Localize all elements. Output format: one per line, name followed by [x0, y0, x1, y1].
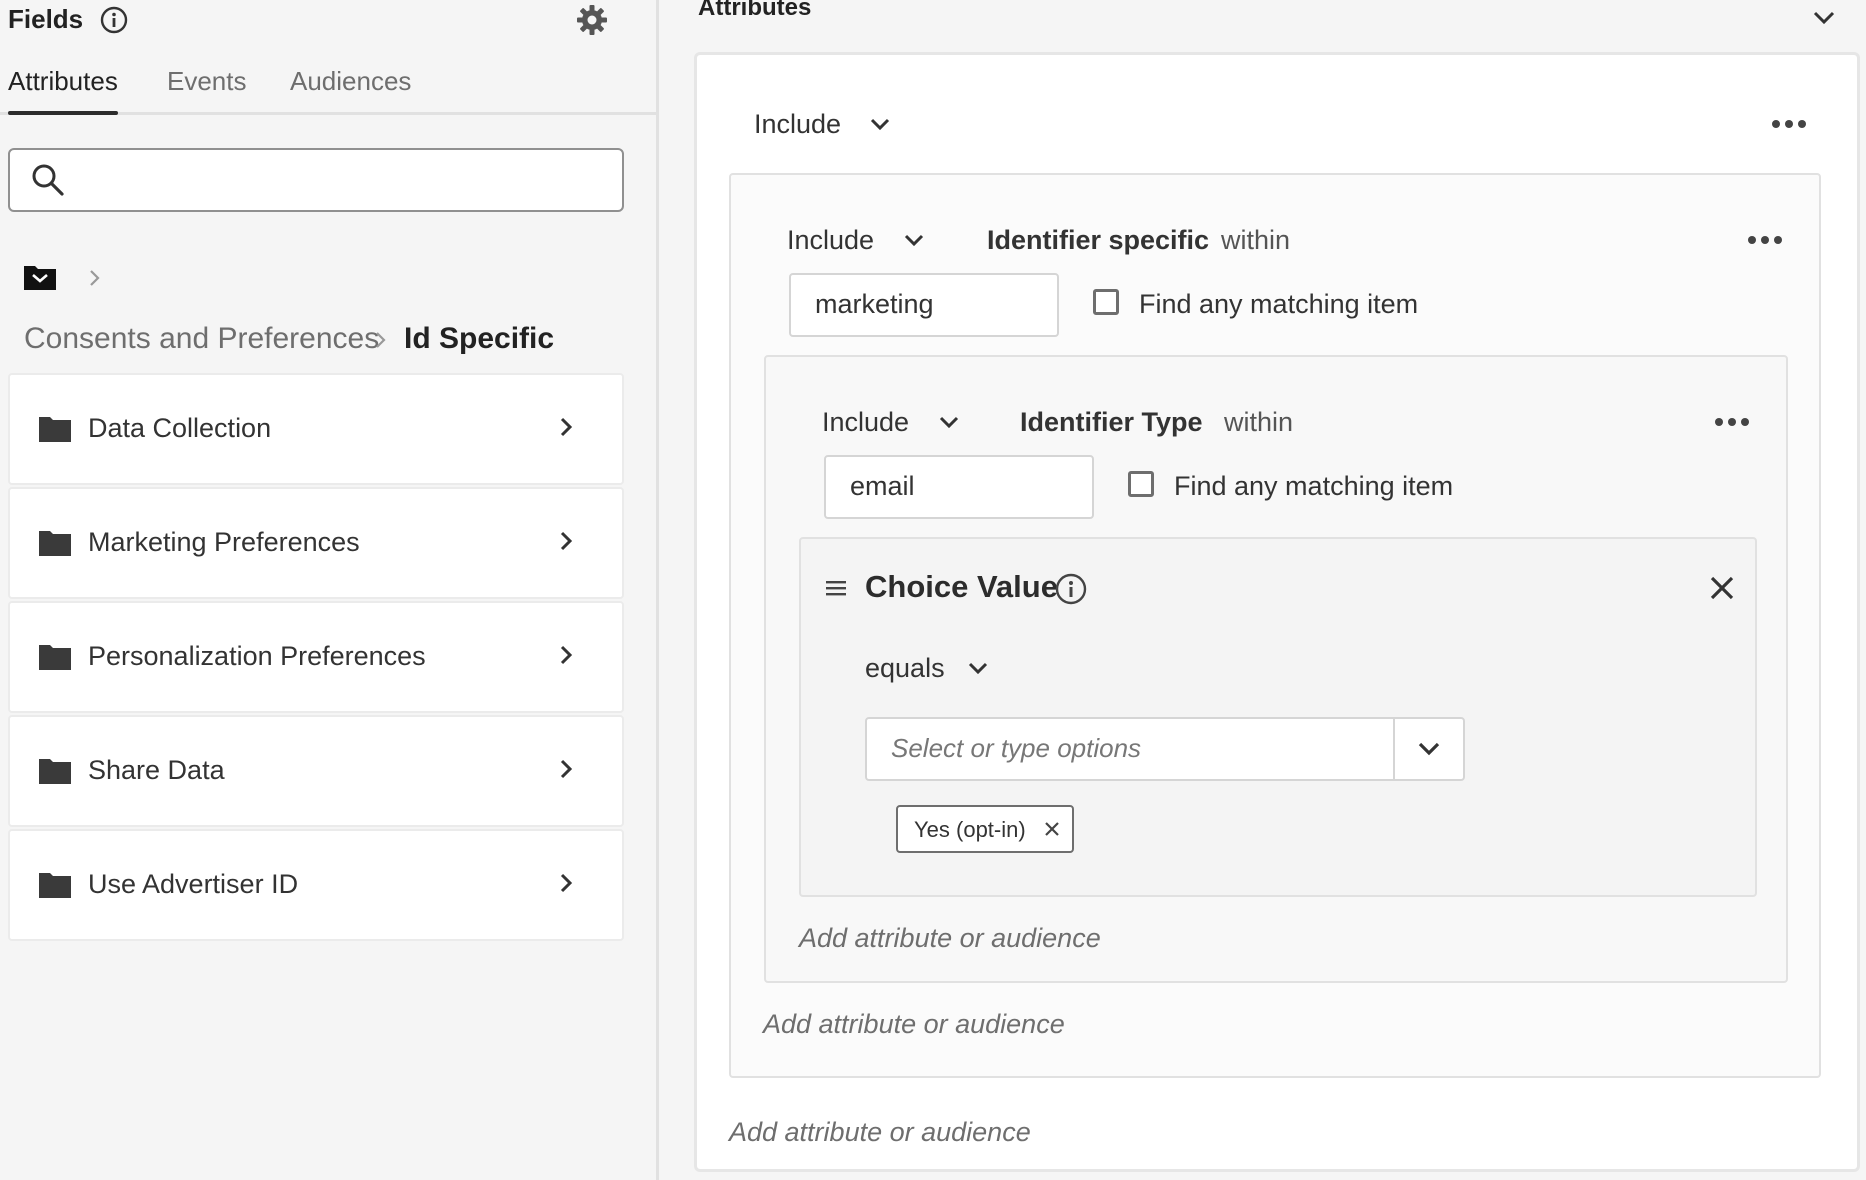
chevron-down-icon[interactable]: [967, 661, 989, 677]
folder-icon: [38, 757, 72, 785]
folder-label: Data Collection: [88, 413, 272, 443]
gear-icon[interactable]: [576, 4, 608, 36]
folder-icon: [38, 415, 72, 443]
folder-item-personalization-preferences[interactable]: Personalization Preferences: [8, 601, 624, 713]
container-2-find-any-label: Find any matching item: [1174, 471, 1454, 501]
folder-item-data-collection[interactable]: Data Collection: [8, 373, 624, 485]
segment-rule-card: Include Include Identifier specific with…: [694, 52, 1860, 1172]
combobox-divider: [1393, 719, 1395, 779]
folder-item-marketing-preferences[interactable]: Marketing Preferences: [8, 487, 624, 599]
folder-item-use-advertiser-id[interactable]: Use Advertiser ID: [8, 829, 624, 941]
more-icon[interactable]: [1771, 119, 1807, 129]
chevron-down-icon[interactable]: [1417, 741, 1441, 757]
chevron-down-icon[interactable]: [938, 415, 960, 431]
container-1-within-label: within: [1221, 225, 1291, 255]
container-identifier-type: Include Identifier Type within email Fin…: [764, 355, 1788, 983]
active-tab-indicator: [8, 111, 118, 115]
chevron-down-icon[interactable]: [903, 233, 925, 249]
fields-panel: Fields Attributes Events Audiences Conse…: [0, 0, 656, 1180]
container-1-add-attribute-link[interactable]: Add attribute or audience: [763, 1009, 1065, 1040]
info-icon[interactable]: [100, 6, 128, 34]
selected-tag[interactable]: Yes (opt-in): [896, 805, 1074, 853]
folder-label: Marketing Preferences: [88, 527, 360, 557]
options-combobox[interactable]: Select or type options: [865, 717, 1465, 781]
more-icon[interactable]: [1714, 417, 1750, 427]
breadcrumb-parent[interactable]: Consents and Preferences: [24, 322, 379, 356]
tab-attributes[interactable]: Attributes: [8, 66, 118, 97]
folder-icon: [38, 529, 72, 557]
container-2-field-label: Identifier Type: [1020, 407, 1203, 437]
folder-item-share-data[interactable]: Share Data: [8, 715, 624, 827]
container-2-find-any-checkbox[interactable]: [1128, 471, 1154, 497]
panel-divider[interactable]: [656, 0, 659, 1180]
folder-icon: [38, 871, 72, 899]
folder-label: Use Advertiser ID: [88, 869, 299, 899]
breadcrumb-separator-icon: [374, 330, 388, 350]
container-2-within-label: within: [1224, 407, 1294, 437]
condition-operator[interactable]: equals: [865, 653, 945, 684]
info-icon[interactable]: [1055, 573, 1087, 605]
close-icon[interactable]: [1044, 821, 1060, 837]
close-icon[interactable]: [1709, 575, 1735, 601]
container-1-find-any-checkbox[interactable]: [1093, 289, 1119, 315]
container-identifier-specific: Include Identifier specific within marke…: [729, 173, 1821, 1078]
chevron-down-icon[interactable]: [869, 117, 891, 133]
folder-label: Share Data: [88, 755, 225, 785]
outer-add-attribute-link[interactable]: Add attribute or audience: [729, 1117, 1031, 1148]
tag-label: Yes (opt-in): [914, 817, 1026, 842]
chevron-right-icon: [558, 529, 574, 553]
section-heading: Attributes: [698, 0, 812, 21]
condition-choice-value: Choice Value equals Select or type optio…: [799, 537, 1757, 897]
chevron-right-icon: [88, 268, 102, 288]
chevron-down-icon[interactable]: [1812, 10, 1836, 26]
outer-operator[interactable]: Include: [754, 109, 841, 140]
search-icon: [30, 162, 66, 198]
container-1-value-field[interactable]: marketing: [789, 273, 1059, 337]
drag-handle-icon[interactable]: [825, 579, 847, 597]
container-1-operator[interactable]: Include: [787, 225, 874, 256]
condition-title: Choice Value: [865, 569, 1058, 604]
folder-root-icon[interactable]: [22, 262, 58, 292]
container-2-operator[interactable]: Include: [822, 407, 909, 438]
container-1-find-any-label: Find any matching item: [1139, 289, 1419, 319]
breadcrumb-current: Id Specific: [404, 322, 555, 355]
chevron-right-icon: [558, 415, 574, 439]
chevron-right-icon: [558, 871, 574, 895]
container-2-value-field[interactable]: email: [824, 455, 1094, 519]
options-placeholder: Select or type options: [891, 733, 1142, 763]
more-icon[interactable]: [1747, 235, 1783, 245]
chevron-right-icon: [558, 643, 574, 667]
tab-audiences[interactable]: Audiences: [290, 66, 411, 97]
chevron-right-icon: [558, 757, 574, 781]
folder-label: Personalization Preferences: [88, 641, 426, 671]
container-1-field-label: Identifier specific: [987, 225, 1210, 255]
tab-events[interactable]: Events: [167, 66, 247, 97]
panel-title: Fields: [8, 4, 84, 34]
search-input[interactable]: [8, 148, 624, 212]
container-2-add-attribute-link[interactable]: Add attribute or audience: [799, 923, 1101, 954]
folder-icon: [38, 643, 72, 671]
